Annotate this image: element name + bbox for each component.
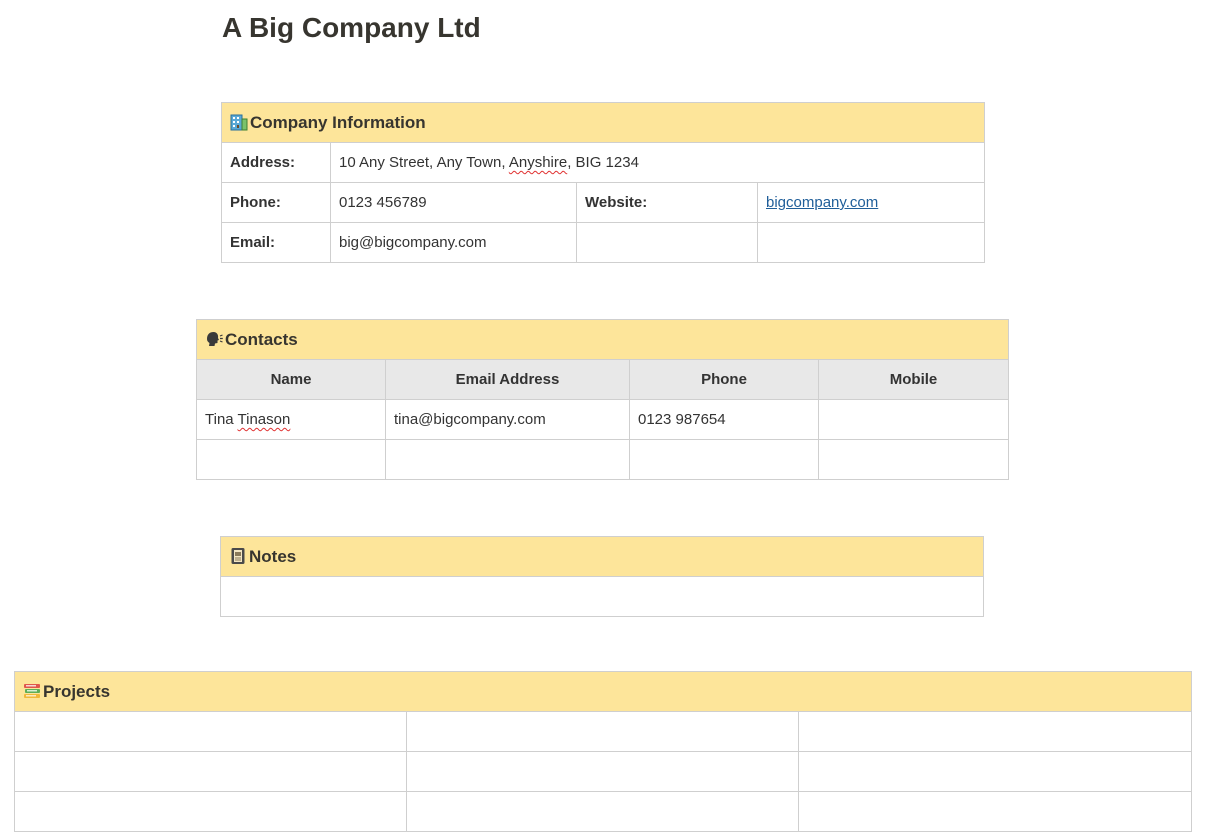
company-email-row: Email: big@bigcompany.com [221, 222, 986, 263]
books-icon [24, 683, 40, 698]
contact-name-cell[interactable]: Tina Tinason [196, 399, 386, 440]
contacts-table: Contacts Name Email Address Phone Mobile… [195, 319, 1010, 480]
website-link[interactable]: bigcompany.com [766, 194, 878, 211]
table-row [14, 751, 1193, 792]
website-label: Website: [576, 182, 758, 223]
company-address-row: Address: 10 Any Street, Any Town, Anyshi… [221, 142, 986, 183]
notebook-icon [231, 547, 245, 564]
contacts-heading: Contacts [225, 329, 298, 349]
company-info-heading: Company Information [250, 112, 426, 132]
contacts-header: Contacts [195, 319, 1010, 360]
contacts-column-headers: Name Email Address Phone Mobile [196, 359, 1010, 400]
address-value-end: , BIG 1234 [567, 154, 639, 171]
website-value-cell[interactable]: bigcompany.com [756, 182, 986, 223]
project-cell[interactable] [14, 751, 407, 792]
table-row [14, 711, 1193, 752]
table-row [14, 791, 1193, 832]
phone-value[interactable]: 0123 456789 [330, 182, 577, 223]
contact-mobile-cell[interactable] [817, 399, 1010, 440]
notes-table: Notes [220, 536, 984, 617]
project-cell[interactable] [797, 751, 1193, 792]
project-cell[interactable] [797, 711, 1193, 752]
contact-phone-cell[interactable]: 0123 987654 [629, 399, 819, 440]
projects-header: Projects [13, 671, 1193, 712]
project-cell[interactable] [797, 791, 1193, 832]
phone-label: Phone: [221, 182, 331, 223]
notes-header: Notes [220, 536, 984, 577]
table-row: Tina Tinason tina@bigcompany.com 0123 98… [196, 399, 1010, 440]
project-cell[interactable] [14, 711, 407, 752]
project-cell[interactable] [406, 791, 799, 832]
address-county-misspelled[interactable]: Anyshire [509, 154, 567, 171]
contacts-heading-cell[interactable]: Contacts [195, 319, 1010, 360]
contact-first-name: Tina [205, 411, 238, 428]
contact-email-cell[interactable] [385, 439, 630, 480]
address-value-start: 10 Any Street, Any Town, [339, 154, 509, 171]
email-value[interactable]: big@bigcompany.com [330, 222, 577, 263]
contact-name-cell[interactable] [196, 439, 386, 480]
projects-heading: Projects [43, 681, 111, 701]
speaking-head-icon [207, 331, 223, 346]
column-header-phone[interactable]: Phone [629, 359, 819, 400]
project-cell[interactable] [14, 791, 407, 832]
contact-last-name-misspelled[interactable]: Tinason [238, 411, 291, 428]
project-cell[interactable] [406, 751, 799, 792]
company-info-table: Company Information Address: 10 Any Stre… [220, 102, 986, 263]
notes-body-cell[interactable] [220, 576, 984, 617]
project-cell[interactable] [406, 711, 799, 752]
contact-mobile-cell[interactable] [817, 439, 1010, 480]
office-building-icon [230, 114, 248, 130]
empty-cell[interactable] [576, 222, 758, 263]
table-row [196, 439, 1010, 480]
column-header-mobile[interactable]: Mobile [817, 359, 1010, 400]
notes-heading: Notes [249, 546, 297, 566]
page-title: A Big Company Ltd [222, 12, 481, 43]
column-header-email[interactable]: Email Address [385, 359, 630, 400]
address-label: Address: [221, 142, 331, 183]
projects-heading-cell[interactable]: Projects [13, 671, 1193, 712]
column-header-name[interactable]: Name [196, 359, 386, 400]
company-info-heading-cell[interactable]: Company Information [220, 102, 986, 143]
empty-cell[interactable] [756, 222, 986, 263]
contact-email-cell[interactable]: tina@bigcompany.com [385, 399, 630, 440]
address-value-cell[interactable]: 10 Any Street, Any Town, Anyshire, BIG 1… [329, 142, 986, 183]
email-label: Email: [221, 222, 331, 263]
notes-body-row [220, 576, 984, 617]
company-phone-row: Phone: 0123 456789 Website: bigcompany.c… [221, 182, 986, 223]
company-info-header: Company Information [220, 102, 986, 143]
contact-phone-cell[interactable] [629, 439, 819, 480]
notes-heading-cell[interactable]: Notes [220, 536, 984, 577]
